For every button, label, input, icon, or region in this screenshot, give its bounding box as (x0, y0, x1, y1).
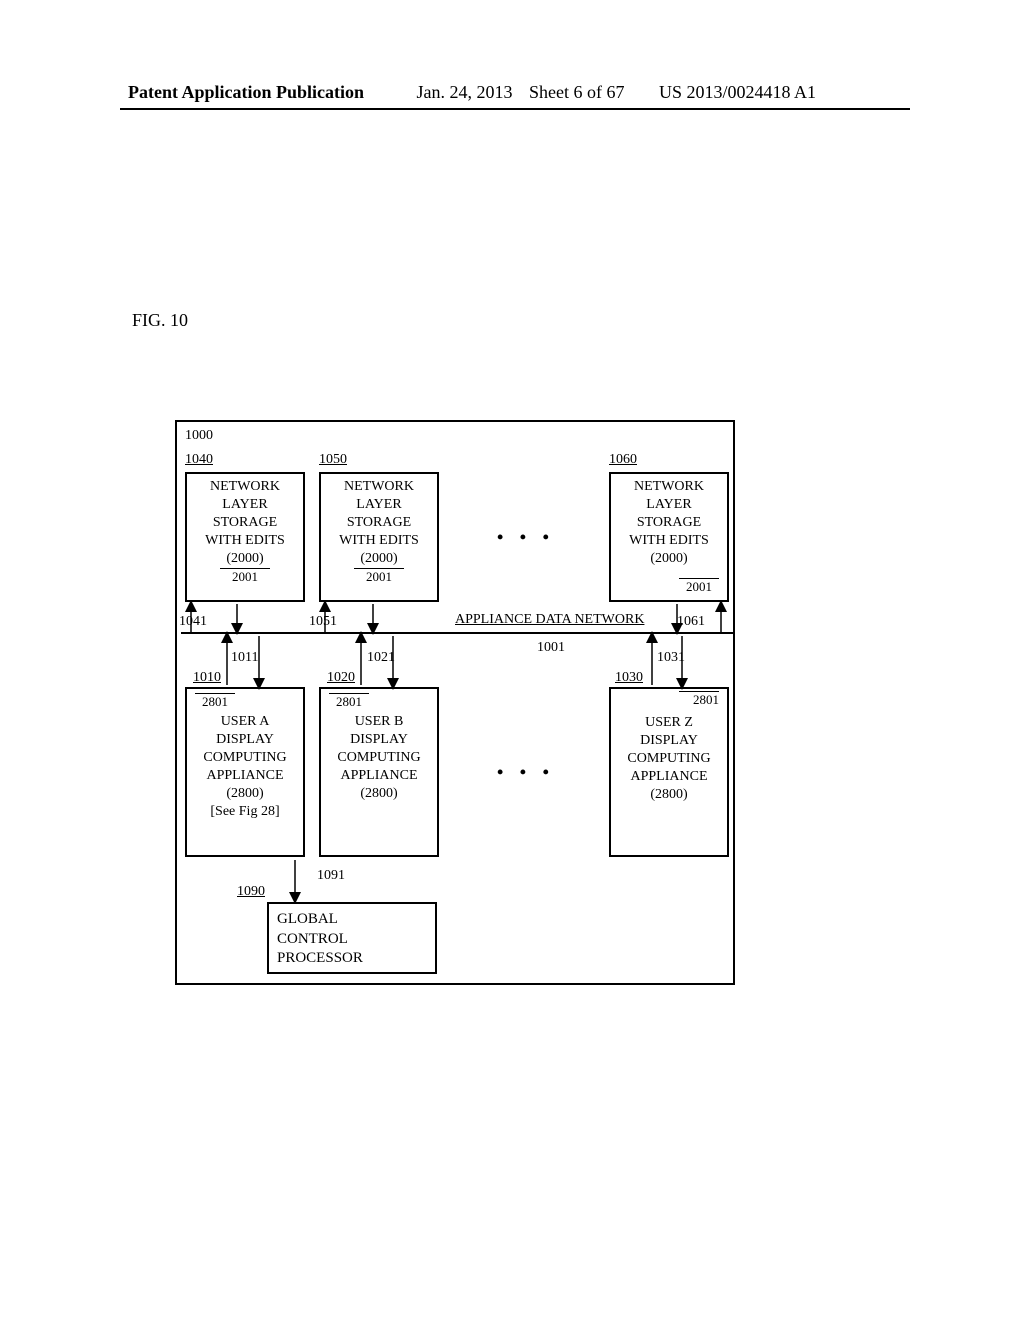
page-header: Patent Application Publication Jan. 24, … (128, 82, 816, 103)
subref-2801-b: 2801 (329, 693, 369, 711)
arrow-ref-1041: 1041 (179, 614, 207, 630)
sheet-number: Sheet 6 of 67 (517, 82, 624, 102)
arrow-ref-1020: 1020 (327, 670, 355, 686)
arrow-ref-1010: 1010 (193, 670, 221, 686)
arrow-ref-1021: 1021 (367, 650, 395, 666)
arrow-ref-1030: 1030 (615, 670, 643, 686)
diagram-outer-frame: 1000 1040 1050 1060 NETWORK LAYER STORAG… (175, 420, 735, 985)
subref-2801-a: 2801 (195, 693, 235, 711)
gcp-arrow-ref-1091: 1091 (317, 868, 345, 884)
arrow-ref-1051: 1051 (309, 614, 337, 630)
arrow-ref-1031: 1031 (657, 650, 685, 666)
user-appliance-box-b: 2801 USER B DISPLAY COMPUTING APPLIANCE … (319, 687, 439, 857)
header-rule (120, 108, 910, 110)
figure-label: FIG. 10 (132, 310, 188, 331)
publication-date: Jan. 24, 2013 (369, 82, 513, 102)
gcp-ref-1090: 1090 (237, 884, 265, 900)
publication-label: Patent Application Publication (128, 82, 364, 102)
subref-2801-z: 2801 (679, 691, 719, 709)
publication-number: US 2013/0024418 A1 (629, 82, 816, 102)
ellipsis-bottom: • • • (497, 762, 555, 783)
user-appliance-box-a: 2801 USER A DISPLAY COMPUTING APPLIANCE … (185, 687, 305, 857)
global-control-processor-box: GLOBAL CONTROL PROCESSOR (267, 902, 437, 974)
arrow-ref-1061: 1061 (677, 614, 705, 630)
arrow-ref-1011: 1011 (231, 650, 258, 666)
user-appliance-box-z: 2801 USER Z DISPLAY COMPUTING APPLIANCE … (609, 687, 729, 857)
